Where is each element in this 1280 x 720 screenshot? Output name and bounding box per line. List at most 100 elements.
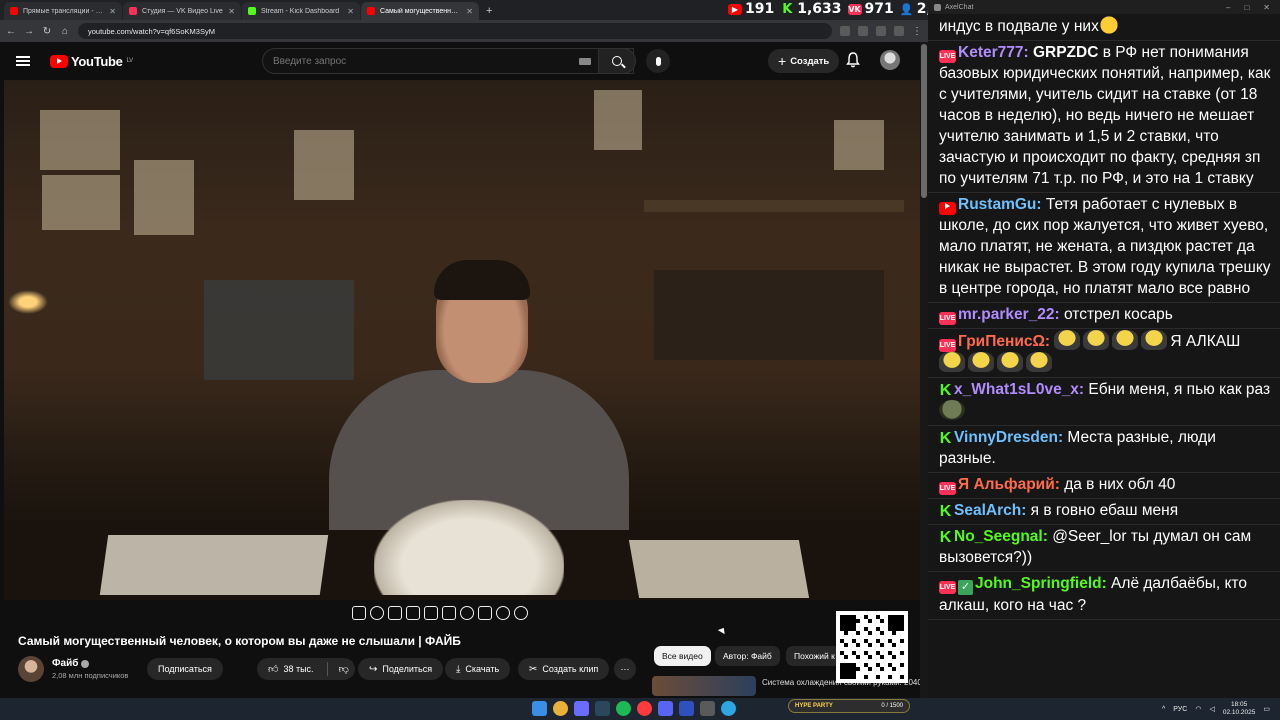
kick-icon: K — [939, 503, 952, 520]
voice-search-button[interactable] — [646, 49, 670, 73]
telegram-icon[interactable] — [721, 701, 736, 716]
app-icon[interactable] — [637, 701, 652, 716]
app-icon[interactable] — [700, 701, 715, 716]
pip-icon[interactable] — [424, 606, 438, 620]
counter-kick: K 1,633 — [780, 1, 841, 17]
discord-icon[interactable] — [658, 701, 673, 716]
download-button[interactable]: ⤓ Скачать — [445, 658, 511, 680]
volume-icon[interactable]: ◁ — [1209, 705, 1214, 713]
extension-icon[interactable] — [858, 26, 868, 36]
thumbs-down-icon[interactable]: 👎︎ — [339, 663, 349, 675]
wall-poster — [834, 120, 884, 170]
laughing-emoji-icon — [1098, 15, 1119, 35]
more-actions-button[interactable]: ⋯ — [614, 658, 636, 680]
chat-message: LIVE mr.parker_22: отстрел косарь — [928, 303, 1280, 329]
browser-address-bar: ← → ↻ ⌂ youtube.com/watch?v=qf6SoKM3SyM … — [0, 20, 928, 42]
vk-live-icon: LIVE — [939, 339, 956, 352]
tab-label: Самый могущественный ч — [380, 7, 463, 15]
bookshelf — [654, 270, 884, 360]
chrome-icon[interactable] — [553, 701, 568, 716]
browser-tab[interactable]: Stream - Kick Dashboard ✕ — [242, 2, 360, 20]
scrollbar-thumb[interactable] — [921, 44, 927, 198]
chat-text: в РФ нет понимания базовых юридических п… — [939, 44, 1271, 187]
cinema-icon[interactable] — [388, 606, 402, 620]
emote-icon — [1026, 352, 1052, 372]
windows-taskbar: ^ РУС ◠ ◁ 18:05 02.10.2025 ▭ — [0, 698, 1280, 720]
extension-icon[interactable] — [840, 26, 850, 36]
chat-message: K No_Seegnal: @Seer_lor ты думал он сам в… — [928, 525, 1280, 572]
chat-message: Kx_What1sL0ve_x: Ебни меня, я пью как ра… — [928, 378, 1280, 426]
browser-tab[interactable]: Самый могущественный ч ✕ — [361, 2, 479, 20]
youtube-logo[interactable]: YouTube LV — [50, 54, 133, 69]
hype-count: 0 / 1500 — [881, 703, 903, 709]
windows-start-icon[interactable] — [532, 701, 547, 716]
reload-icon[interactable]: ↻ — [42, 26, 52, 37]
channel-avatar[interactable] — [18, 656, 44, 682]
maximize-icon[interactable]: □ — [1244, 3, 1249, 12]
tab-label: Прямые трансляции - YouTube — [23, 7, 105, 15]
clip-button[interactable]: ✂ Создать клип — [518, 658, 610, 680]
wifi-icon[interactable]: ◠ — [1195, 705, 1201, 713]
browser-menu-icon[interactable]: ⋮ — [912, 26, 922, 37]
back-icon[interactable]: ← — [6, 26, 16, 37]
close-tab-icon[interactable]: ✕ — [347, 7, 354, 16]
browser-tab[interactable]: Студия — VK Видео Live ✕ — [123, 2, 241, 20]
url-field[interactable]: youtube.com/watch?v=qf6SoKM3SyM — [78, 23, 832, 39]
extension-icon[interactable] — [894, 26, 904, 36]
channel-name[interactable]: Файб — [52, 658, 90, 669]
fullscreen-icon[interactable] — [442, 606, 456, 620]
wall-poster — [134, 160, 194, 235]
app-icon[interactable] — [679, 701, 694, 716]
chat-text: Я АЛКАШ — [1170, 333, 1241, 350]
chat-message: RustamGu: Тетя работает с нулевых в школ… — [928, 193, 1280, 303]
video-player[interactable] — [4, 80, 920, 600]
search-button[interactable] — [598, 48, 636, 74]
keyboard-icon[interactable] — [579, 58, 591, 65]
chat-nick: mr.parker_22: — [958, 306, 1060, 323]
home-icon[interactable]: ⌂ — [60, 26, 70, 37]
browser-tab[interactable]: Прямые трансляции - YouTube ✕ — [4, 2, 122, 20]
speed-icon[interactable] — [460, 606, 474, 620]
steam-icon[interactable] — [595, 701, 610, 716]
notifications-icon[interactable]: ▭ — [1263, 705, 1270, 713]
search-input[interactable] — [263, 49, 563, 73]
close-tab-icon[interactable]: ✕ — [466, 7, 473, 16]
chip-author[interactable]: Автор: Файб — [715, 646, 780, 666]
chat-app-title: AxelChat — [945, 3, 974, 11]
screenshot-icon[interactable] — [496, 606, 510, 620]
account-avatar[interactable] — [880, 50, 900, 70]
share-button[interactable]: ↪ Поделиться — [358, 658, 444, 680]
hamburger-menu-icon[interactable] — [16, 56, 30, 66]
spotify-icon[interactable] — [616, 701, 631, 716]
new-tab-button[interactable]: + — [480, 5, 498, 20]
search-box — [262, 48, 634, 74]
create-button[interactable]: + Создать — [768, 49, 840, 73]
close-tab-icon[interactable]: ✕ — [109, 7, 116, 16]
chip-all-videos[interactable]: Все видео — [654, 646, 711, 666]
counter-value: 971 — [864, 1, 894, 17]
lang-indicator[interactable]: РУС — [1173, 706, 1187, 713]
check-badge-icon: ✓ — [958, 580, 973, 595]
loop-icon[interactable] — [352, 606, 366, 620]
settings-gear-icon[interactable] — [514, 606, 528, 620]
app-icon[interactable] — [574, 701, 589, 716]
region-label: LV — [126, 57, 134, 64]
extension-icon[interactable] — [876, 26, 886, 36]
notifications-bell-icon[interactable] — [846, 52, 860, 68]
like-button[interactable]: 👍︎ 38 тыс. 👎︎ — [257, 658, 355, 680]
chevron-up-icon[interactable]: ^ — [1162, 706, 1165, 713]
close-icon[interactable]: ✕ — [1263, 3, 1270, 12]
chip-similar[interactable]: Похожий к — [786, 646, 843, 666]
counter-youtube: ▶ 191 — [728, 1, 774, 17]
clock[interactable]: 18:05 02.10.2025 — [1223, 701, 1256, 717]
recommended-video-thumbnail[interactable] — [652, 676, 756, 696]
forward-icon[interactable]: → — [24, 26, 34, 37]
audio-icon[interactable] — [370, 606, 384, 620]
subscribe-button[interactable]: Подписаться — [147, 658, 223, 680]
donation-qr-code — [836, 611, 908, 683]
chat-nick: x_What1sL0ve_x: — [954, 381, 1085, 398]
add-icon[interactable] — [478, 606, 492, 620]
close-tab-icon[interactable]: ✕ — [228, 7, 235, 16]
minimize-icon[interactable]: – — [1226, 3, 1230, 12]
clapper-icon[interactable] — [406, 606, 420, 620]
